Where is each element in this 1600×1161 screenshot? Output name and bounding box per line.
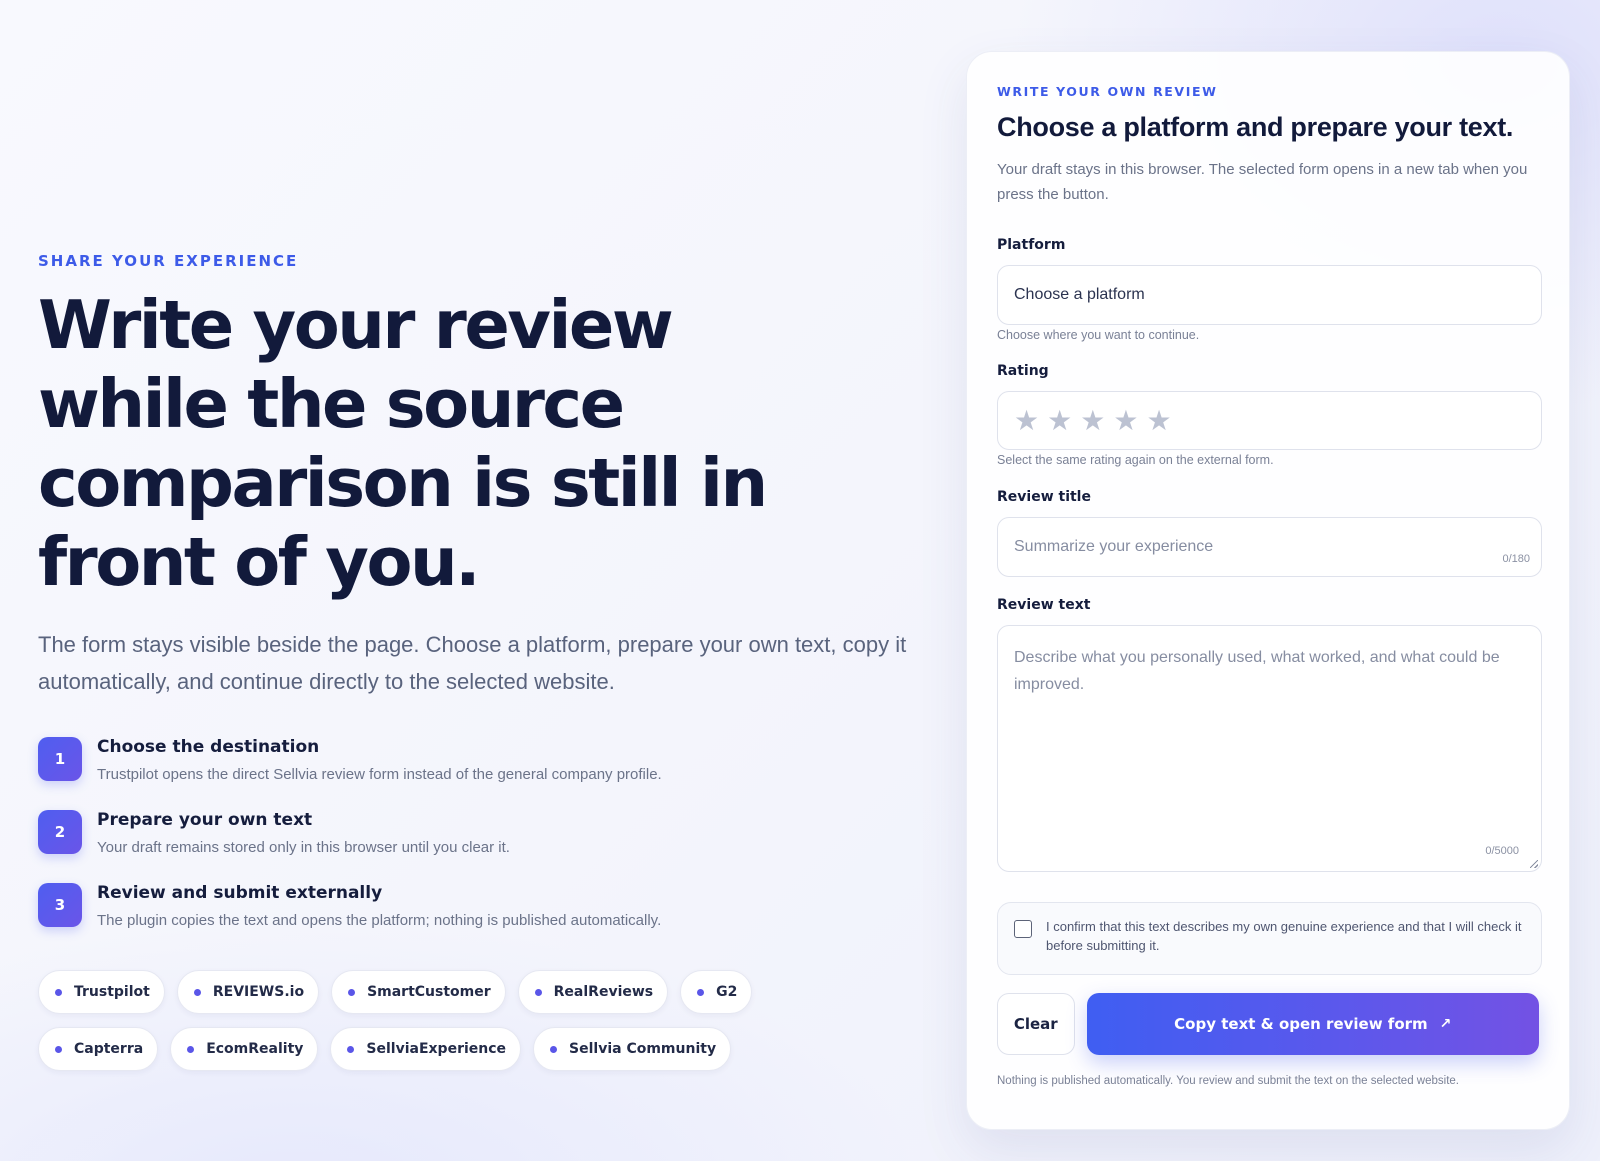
platform-chips: Trustpilot REVIEWS.io SmartCustomer Real… <box>38 970 858 1071</box>
platform-select[interactable]: Choose a platform <box>997 265 1542 325</box>
chip-label: Sellvia Community <box>569 1041 717 1057</box>
step-title: Prepare your own text <box>97 810 313 830</box>
confirm-section: I confirm that this text describes my ow… <box>997 902 1542 975</box>
chip-dot-icon <box>55 988 62 996</box>
step-item: 3 Review and submit externally The plugi… <box>38 882 918 929</box>
form-title: Choose a platform and prepare your text. <box>997 112 1514 142</box>
review-title-label: Review title <box>997 489 1091 505</box>
star-icon[interactable]: ★ <box>1080 406 1105 435</box>
platform-select-value: Choose a platform <box>1014 286 1145 303</box>
step-number-badge: 3 <box>38 883 82 927</box>
form-footnote: Nothing is published automatically. You … <box>997 1075 1459 1087</box>
step-number-badge: 2 <box>38 810 82 854</box>
step-description: The plugin copies the text and opens the… <box>97 912 662 929</box>
external-link-icon: ↗ <box>1439 1016 1452 1032</box>
steps-list: 1 Choose the destination Trustpilot open… <box>38 736 918 929</box>
star-icon[interactable]: ★ <box>1014 406 1039 435</box>
hero-title: Write your review while the source compa… <box>38 286 768 601</box>
chip-dot-icon <box>550 1045 558 1053</box>
rating-hint: Select the same rating again on the exte… <box>997 453 1274 467</box>
review-title-counter: 0/180 <box>1502 553 1530 565</box>
chip-label: RealReviews <box>553 984 654 1000</box>
review-text-label: Review text <box>997 597 1091 613</box>
step-description: Trustpilot opens the direct Sellvia revi… <box>97 766 662 783</box>
chip-dot-icon <box>697 988 705 996</box>
hero-section: SHARE YOUR EXPERIENCE Write your review … <box>38 252 918 955</box>
chip-dot-icon <box>348 988 356 996</box>
chip-label: EcomReality <box>206 1041 304 1057</box>
star-icon[interactable]: ★ <box>1146 406 1171 435</box>
star-icon[interactable]: ★ <box>1047 406 1072 435</box>
platform-chip-g2[interactable]: G2 <box>680 970 753 1014</box>
form-actions: Clear Copy text & open review form ↗ <box>997 993 1539 1055</box>
review-title-input[interactable]: Summarize your experience 0/180 <box>997 517 1542 577</box>
platform-chip-realreviews[interactable]: RealReviews <box>517 970 669 1014</box>
review-text-placeholder: Describe what you personally used, what … <box>1014 649 1500 693</box>
resize-handle-icon[interactable] <box>1530 860 1538 868</box>
platform-chip-reviews-io[interactable]: REVIEWS.io <box>176 970 320 1014</box>
platform-chip-capterra[interactable]: Capterra <box>38 1027 159 1071</box>
chip-dot-icon <box>187 1045 195 1053</box>
chip-label: SmartCustomer <box>367 984 491 1000</box>
copy-and-open-label: Copy text & open review form <box>1174 1015 1428 1033</box>
step-description: Your draft remains stored only in this b… <box>97 839 510 856</box>
form-eyebrow: WRITE YOUR OWN REVIEW <box>997 84 1218 99</box>
review-text-textarea[interactable]: Describe what you personally used, what … <box>997 625 1542 872</box>
review-title-placeholder: Summarize your experience <box>1014 538 1214 555</box>
copy-and-open-button[interactable]: Copy text & open review form ↗ <box>1086 993 1539 1055</box>
rating-label: Rating <box>997 363 1049 379</box>
rating-stars: ★ ★ ★ ★ ★ <box>997 391 1542 450</box>
platform-chip-ecomreality[interactable]: EcomReality <box>170 1027 319 1071</box>
chip-dot-icon <box>347 1045 355 1053</box>
step-title: Review and submit externally <box>97 883 383 903</box>
chip-label: Trustpilot <box>74 984 150 1000</box>
clear-button[interactable]: Clear <box>997 993 1075 1055</box>
confirm-checkbox[interactable] <box>1014 920 1032 938</box>
chip-label: REVIEWS.io <box>212 984 305 1000</box>
step-number-badge: 1 <box>38 737 82 781</box>
platform-chip-sellvia-community[interactable]: Sellvia Community <box>533 1027 732 1071</box>
chip-label: G2 <box>716 984 738 1000</box>
hero-eyebrow: SHARE YOUR EXPERIENCE <box>38 252 299 270</box>
hero-subtitle: The form stays visible beside the page. … <box>38 632 907 694</box>
platform-chip-trustpilot[interactable]: Trustpilot <box>38 970 165 1014</box>
form-subtitle: Your draft stays in this browser. The se… <box>997 161 1528 203</box>
star-icon[interactable]: ★ <box>1113 406 1138 435</box>
chip-label: Capterra <box>74 1041 144 1057</box>
platform-chip-smartcustomer[interactable]: SmartCustomer <box>331 970 506 1014</box>
step-title: Choose the destination <box>97 737 320 757</box>
chip-dot-icon <box>193 988 201 996</box>
platform-hint: Choose where you want to continue. <box>997 328 1200 342</box>
platform-chip-sellviaexperience[interactable]: SellviaExperience <box>330 1027 522 1071</box>
review-text-counter: 0/5000 <box>1485 845 1519 857</box>
chip-dot-icon <box>534 988 542 996</box>
review-form-card: WRITE YOUR OWN REVIEW Choose a platform … <box>966 51 1570 1130</box>
platform-label: Platform <box>997 237 1066 253</box>
step-item: 1 Choose the destination Trustpilot open… <box>38 736 918 783</box>
chip-label: SellviaExperience <box>366 1041 507 1057</box>
step-item: 2 Prepare your own text Your draft remai… <box>38 809 918 856</box>
confirm-text: I confirm that this text describes my ow… <box>1046 919 1522 953</box>
chip-dot-icon <box>55 1045 62 1053</box>
